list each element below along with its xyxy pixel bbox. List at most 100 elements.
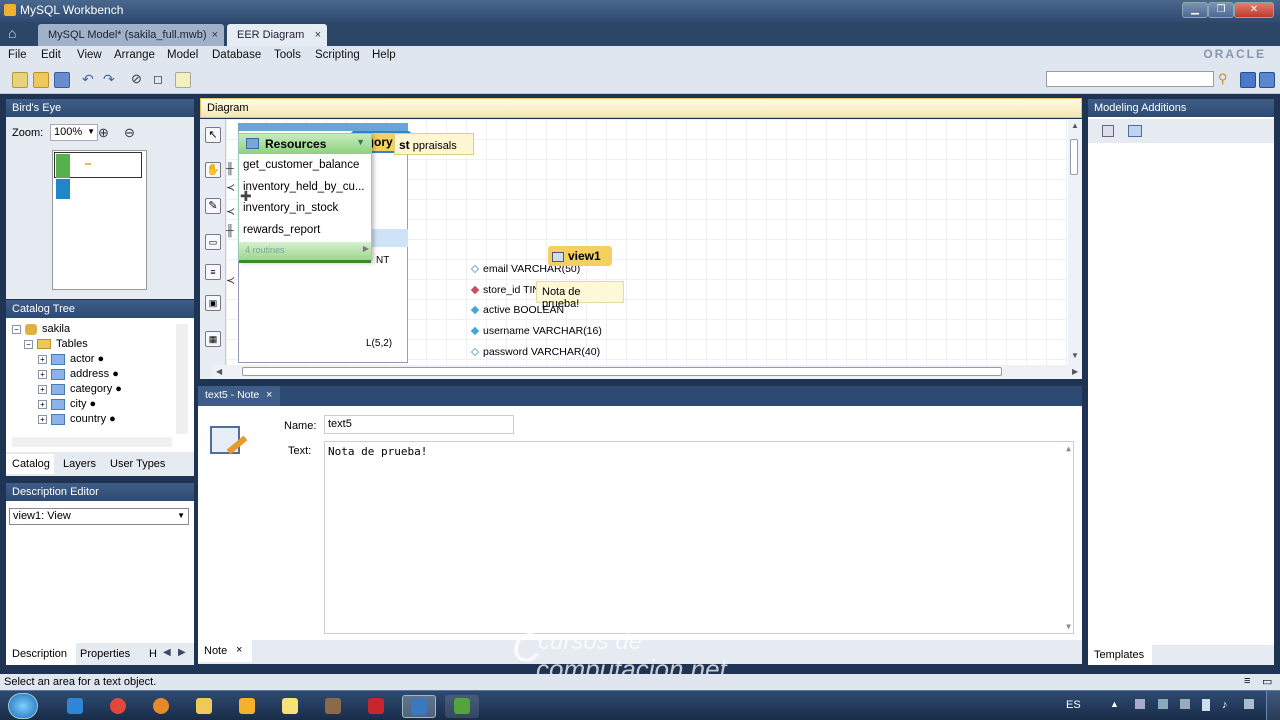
menu-arrange[interactable]: Arrange xyxy=(114,49,155,61)
redo-icon[interactable]: ↷ xyxy=(103,72,119,88)
volume-icon[interactable]: ♪ xyxy=(1222,699,1228,711)
text-area[interactable]: Nota de prueba! ▲ ▼ xyxy=(324,441,1074,634)
expand-icon[interactable]: + xyxy=(38,384,47,394)
taskbar-notes[interactable] xyxy=(273,695,307,718)
menu-help[interactable]: Help xyxy=(372,49,396,61)
show-desktop-button[interactable] xyxy=(1266,691,1280,720)
align-grid-icon[interactable]: ◻ xyxy=(153,72,169,88)
menu-scripting[interactable]: Scripting xyxy=(315,49,360,61)
appraisals-label-box[interactable]: st ppraisals xyxy=(394,133,474,155)
menu-model[interactable]: Model xyxy=(167,49,198,61)
tray-icon[interactable] xyxy=(1135,699,1145,709)
tree-schema[interactable]: − sakila xyxy=(12,323,184,338)
list-icon[interactable]: ≡ xyxy=(1244,675,1250,687)
menu-database[interactable]: Database xyxy=(212,49,261,61)
tab-catalog[interactable]: Catalog xyxy=(6,454,54,474)
new-file-icon[interactable] xyxy=(12,72,28,88)
collapse-icon[interactable]: − xyxy=(12,324,21,334)
language-indicator[interactable]: ES xyxy=(1066,699,1081,711)
birds-eye-preview[interactable] xyxy=(52,150,147,290)
close-icon[interactable]: × xyxy=(212,29,218,41)
taskbar-chrome[interactable] xyxy=(101,695,135,718)
close-icon[interactable]: × xyxy=(236,644,242,656)
taskbar-explorer[interactable] xyxy=(187,695,221,718)
taskbar-firefox[interactable] xyxy=(144,695,178,718)
toggle-grid-icon[interactable]: ⊘ xyxy=(131,72,147,88)
layer-tool-icon[interactable]: ▭ xyxy=(205,234,221,250)
home-icon[interactable]: ⌂ xyxy=(8,26,30,42)
name-field[interactable]: text5 xyxy=(324,415,514,434)
taskbar-filezilla[interactable] xyxy=(359,695,393,718)
scroll-up-icon[interactable]: ▲ xyxy=(1066,444,1071,453)
minimize-button[interactable]: ▁ xyxy=(1182,2,1208,18)
relationship-connector[interactable]: ╫ xyxy=(226,225,234,237)
panel-icon[interactable]: ▭ xyxy=(1262,675,1272,688)
chevron-left-icon[interactable]: ◀ xyxy=(163,647,171,658)
zoom-in-icon[interactable]: ⊕ xyxy=(98,125,109,141)
template-folder-icon[interactable] xyxy=(1128,125,1142,137)
search-icon[interactable]: ⚲ xyxy=(1218,72,1234,88)
taskbar-app[interactable] xyxy=(316,695,350,718)
relationship-connector[interactable]: ≺ xyxy=(226,274,235,287)
routine-group-figure[interactable]: Resources ▼ get_customer_balance invento… xyxy=(238,133,372,263)
image-tool-icon[interactable]: ▣ xyxy=(205,295,221,311)
table-row[interactable]: + city ● xyxy=(12,398,184,413)
canvas-hscrollbar[interactable]: ◀ ▶ xyxy=(212,365,1082,379)
open-folder-icon[interactable] xyxy=(33,72,49,88)
table-row[interactable]: + address ● xyxy=(12,368,184,383)
chevron-right-icon[interactable]: ▶ xyxy=(178,647,186,658)
note-tool-icon[interactable]: ≡ xyxy=(205,264,221,280)
table-row[interactable]: + actor ● xyxy=(12,353,184,368)
menu-view[interactable]: View xyxy=(77,49,102,61)
tab-templates[interactable]: Templates xyxy=(1088,645,1152,665)
menu-edit[interactable]: Edit xyxy=(41,49,61,61)
new-diagram-icon[interactable] xyxy=(175,72,191,88)
canvas-vscrollbar[interactable]: ▲ ▼ xyxy=(1068,119,1082,365)
routine-item[interactable]: inventory_held_by_cu... xyxy=(243,181,367,193)
scroll-down-icon[interactable]: ▼ xyxy=(1066,622,1071,631)
start-button[interactable] xyxy=(8,693,38,719)
zoom-out-icon[interactable]: ⊖ xyxy=(124,125,135,141)
zoom-select[interactable]: 100% ▼ xyxy=(50,124,98,141)
relationship-connector[interactable]: ≺ xyxy=(226,205,235,218)
routine-group-header[interactable]: Resources ▼ xyxy=(239,134,371,154)
taskbar-camtasia[interactable] xyxy=(445,695,479,718)
scroll-right-icon[interactable]: ▶ xyxy=(1072,367,1078,376)
chevron-down-icon[interactable]: ▼ xyxy=(356,137,365,147)
scroll-up-icon[interactable]: ▲ xyxy=(1071,121,1079,130)
template-icon[interactable] xyxy=(1102,125,1114,137)
expand-icon[interactable]: + xyxy=(38,369,47,379)
relationship-connector[interactable]: ≺ xyxy=(226,181,235,194)
routine-item[interactable]: get_customer_balance xyxy=(243,159,367,171)
eraser-tool-icon[interactable]: ✎ xyxy=(205,198,221,214)
note-figure[interactable]: Nota de prueba! xyxy=(536,281,624,310)
tray-icon[interactable] xyxy=(1158,699,1168,709)
expand-icon[interactable]: + xyxy=(38,399,47,409)
expand-icon[interactable]: + xyxy=(38,414,47,424)
network-icon[interactable] xyxy=(1180,699,1190,709)
scroll-left-icon[interactable]: ◀ xyxy=(216,367,222,376)
tab-note[interactable]: Note × xyxy=(198,640,252,662)
battery-icon[interactable] xyxy=(1202,699,1210,711)
catalog-hscrollbar[interactable] xyxy=(12,437,172,447)
tree-tables[interactable]: − Tables xyxy=(12,338,184,353)
routine-item[interactable]: rewards_report xyxy=(243,224,367,236)
tab-layers[interactable]: Layers xyxy=(63,458,96,470)
collapse-icon[interactable]: − xyxy=(24,339,33,349)
tab-eer-diagram[interactable]: EER Diagram × xyxy=(227,24,327,46)
search-input[interactable] xyxy=(1046,71,1214,87)
tray-expand-icon[interactable]: ▲ xyxy=(1110,699,1119,709)
description-object-select[interactable]: view1: View ▼ xyxy=(9,508,189,525)
scroll-down-icon[interactable]: ▼ xyxy=(1071,351,1079,360)
hand-tool-icon[interactable]: ✋ xyxy=(205,162,221,178)
taskbar-ie[interactable] xyxy=(58,695,92,718)
tray-icon[interactable] xyxy=(1244,699,1254,709)
table-row[interactable]: + country ● xyxy=(12,413,184,428)
column-row[interactable]: password VARCHAR(40) xyxy=(470,346,600,358)
pointer-tool-icon[interactable]: ↖ xyxy=(205,127,221,143)
column-row[interactable]: username VARCHAR(16) xyxy=(470,325,602,337)
scroll-thumb[interactable] xyxy=(1070,139,1078,175)
table-tool-icon[interactable]: ▦ xyxy=(205,331,221,347)
layout-panel-icon[interactable] xyxy=(1259,72,1275,88)
close-icon[interactable]: × xyxy=(266,389,272,401)
